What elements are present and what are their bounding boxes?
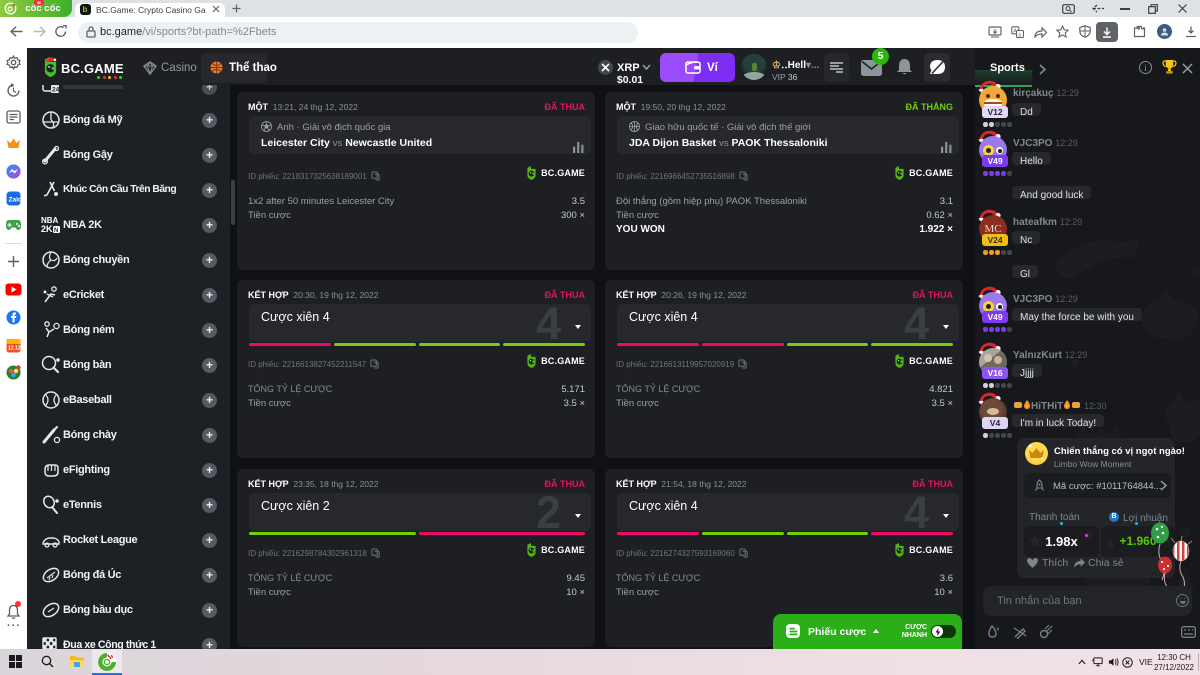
- svg-text:N: N: [54, 228, 58, 234]
- svg-text:24: 24: [52, 87, 60, 94]
- svg-text:12.12: 12.12: [8, 346, 21, 352]
- svg-text:a: a: [1018, 32, 1021, 38]
- svg-text:2K: 2K: [41, 224, 53, 234]
- svg-text:Zalo: Zalo: [9, 197, 22, 204]
